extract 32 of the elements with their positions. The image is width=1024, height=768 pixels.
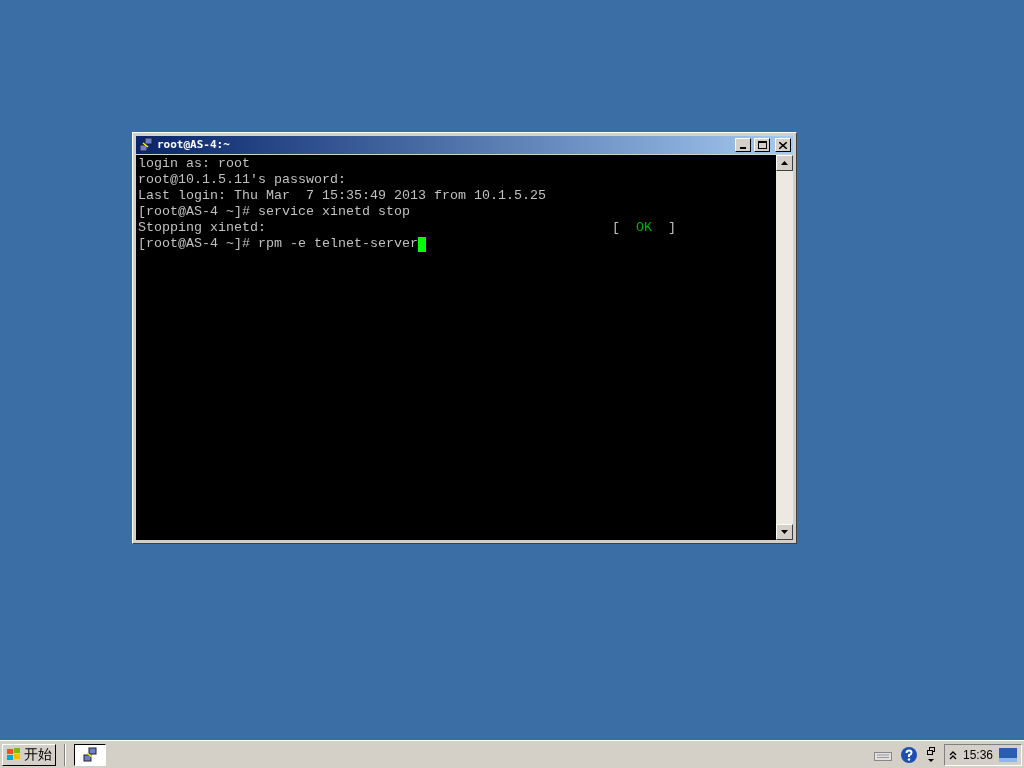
close-button[interactable] xyxy=(775,138,791,152)
windows-logo-icon xyxy=(6,747,22,762)
status-bracket: [ xyxy=(612,220,621,236)
window-title: root@AS-4:~ xyxy=(157,136,230,153)
desktop-icon[interactable] xyxy=(999,747,1017,762)
up-arrow-icon xyxy=(781,161,788,165)
down-arrow-icon xyxy=(781,530,788,534)
help-icon[interactable] xyxy=(899,745,918,764)
windows-icon[interactable] xyxy=(925,745,936,764)
chevron-up-icon[interactable] xyxy=(948,749,957,760)
clock[interactable]: 15:36 xyxy=(962,745,993,764)
taskbar-app-button[interactable] xyxy=(74,743,106,766)
status-ok: OK xyxy=(636,220,653,236)
maximize-icon xyxy=(757,141,767,149)
terminal-line: root@10.1.5.11's password: xyxy=(138,172,346,188)
close-icon xyxy=(779,141,787,149)
terminal-line: Stopping xinetd: xyxy=(138,220,267,236)
minimize-icon xyxy=(740,147,746,149)
terminal-screen[interactable]: login as: root root@10.1.5.11's password: Last login: Thu Mar 7 15:35:49 2013 from 10.1.5.25 [root@AS-4 ~]# service xinetd stop Stopping xinetd: [ OK ] [root@AS-4 ~]# rpm -e telnet-server xyxy=(136,155,776,540)
computers-icon xyxy=(138,137,154,153)
terminal-line: [root@AS-4 ~]# service xinetd stop xyxy=(138,204,410,220)
scroll-up-button[interactable] xyxy=(776,155,793,171)
terminal-line: [root@AS-4 ~]# rpm -e telnet-server xyxy=(138,236,418,252)
minimize-button[interactable] xyxy=(735,138,751,152)
maximize-button[interactable] xyxy=(754,138,770,152)
scrollbar[interactable] xyxy=(776,155,793,540)
terminal-line: Last login: Thu Mar 7 15:35:49 2013 from 10.1.5.25 xyxy=(138,188,546,204)
computers-icon xyxy=(82,746,98,763)
scroll-down-button[interactable] xyxy=(776,524,793,540)
terminal-line: login as: root xyxy=(138,156,250,172)
start-button[interactable]: 开始 xyxy=(2,743,56,766)
status-bracket: ] xyxy=(668,220,676,236)
